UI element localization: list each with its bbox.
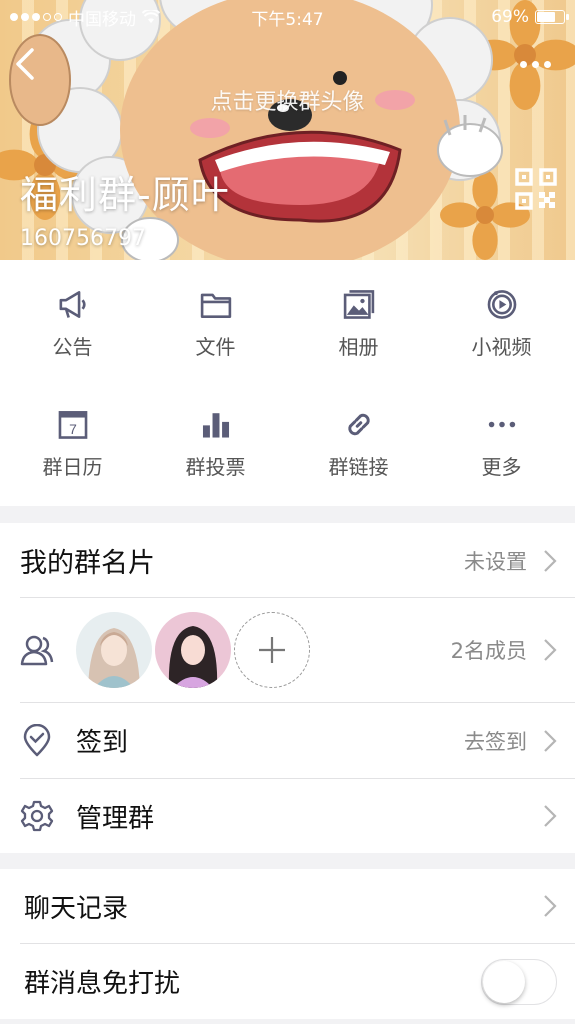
group-id: 160756797	[20, 226, 146, 251]
feature-grid: 公告 文件 相册 小视频 7 群日历 群投票 群链接 更多	[0, 260, 575, 506]
bar-chart-icon	[202, 413, 229, 438]
signal-strength-icon	[10, 13, 62, 21]
group-header: 中国移动 下午5:47 69% 点击更换群头像 福利群-顾叶 160756797	[0, 0, 575, 260]
megaphone-icon	[59, 291, 86, 318]
feature-more[interactable]: 更多	[430, 380, 573, 480]
group-card-value: 未设置	[464, 549, 527, 574]
ellipsis-icon	[519, 60, 527, 68]
status-bar: 中国移动 下午5:47 69%	[0, 0, 575, 34]
battery-fill	[537, 12, 555, 22]
feature-vote[interactable]: 群投票	[144, 380, 287, 480]
carrier-name: 中国移动	[68, 9, 136, 30]
manage-group-title: 管理群	[76, 803, 155, 834]
calendar-day: 7	[69, 421, 77, 437]
chat-history-title: 聊天记录	[24, 893, 129, 924]
group-avatar-image[interactable]	[0, 0, 575, 260]
group-card-row[interactable]: 我的群名片 未设置	[0, 523, 575, 598]
feature-label: 群日历	[42, 455, 103, 479]
folder-icon	[200, 293, 231, 318]
chat-history-row[interactable]: 聊天记录	[0, 869, 575, 943]
feature-album[interactable]: 相册	[287, 260, 430, 360]
checkin-row[interactable]: 签到 去签到	[0, 703, 575, 778]
wifi-icon	[142, 10, 160, 23]
manage-group-row[interactable]: 管理群	[0, 779, 575, 853]
members-icon	[20, 635, 54, 666]
feature-label: 群投票	[185, 455, 246, 479]
photo-album-icon	[343, 290, 374, 319]
group-card-title: 我的群名片	[20, 548, 155, 579]
plus-icon	[259, 637, 285, 663]
chevron-right-icon	[544, 729, 557, 752]
mute-notifications-toggle[interactable]	[481, 958, 557, 1005]
feature-label: 文件	[195, 335, 236, 359]
chevron-left-icon	[16, 48, 34, 80]
feature-short-video[interactable]: 小视频	[430, 260, 573, 360]
feature-files[interactable]: 文件	[144, 260, 287, 360]
toggle-knob	[483, 960, 525, 1003]
battery-percent: 69%	[491, 7, 529, 27]
feature-calendar[interactable]: 7 群日历	[1, 380, 144, 480]
chevron-right-icon	[544, 549, 557, 572]
feature-label: 更多	[481, 455, 522, 479]
chevron-right-icon	[544, 639, 557, 661]
members-row[interactable]: 2名成员	[0, 598, 575, 702]
chevron-right-icon	[544, 895, 557, 917]
gear-icon	[20, 800, 54, 832]
more-options-button[interactable]	[515, 52, 555, 76]
back-button[interactable]	[10, 44, 40, 84]
qr-code-button[interactable]	[515, 168, 557, 210]
feature-label: 公告	[52, 335, 93, 359]
group-info-section: 我的群名片 未设置 2名成员 签到 去签到 管理群	[0, 523, 575, 853]
member-count: 2名成员	[450, 639, 527, 663]
feature-announcement[interactable]: 公告	[1, 260, 144, 360]
more-dots-icon	[488, 421, 515, 428]
checkin-value: 去签到	[464, 729, 527, 754]
status-left: 中国移动	[10, 5, 160, 30]
link-icon	[347, 413, 370, 436]
mute-notifications-title: 群消息免打扰	[24, 969, 181, 999]
add-member-button[interactable]	[234, 612, 310, 688]
chevron-right-icon	[544, 805, 557, 827]
member-avatar[interactable]	[155, 612, 231, 688]
mute-notifications-row: 群消息免打扰	[0, 944, 575, 1019]
checkin-title: 签到	[76, 728, 129, 758]
chat-settings-section: 聊天记录 群消息免打扰	[0, 869, 575, 1019]
status-right: 69%	[491, 7, 569, 27]
battery-icon	[535, 10, 569, 24]
feature-label: 相册	[338, 335, 379, 359]
group-name: 福利群-顾叶	[20, 173, 230, 217]
location-check-icon	[23, 723, 51, 756]
video-play-icon	[487, 290, 516, 319]
feature-label: 群链接	[328, 455, 389, 479]
calendar-icon: 7	[58, 411, 87, 439]
feature-label: 小视频	[471, 335, 532, 359]
member-avatar[interactable]	[76, 612, 152, 688]
feature-link[interactable]: 群链接	[287, 380, 430, 480]
change-avatar-hint[interactable]: 点击更换群头像	[0, 84, 575, 116]
